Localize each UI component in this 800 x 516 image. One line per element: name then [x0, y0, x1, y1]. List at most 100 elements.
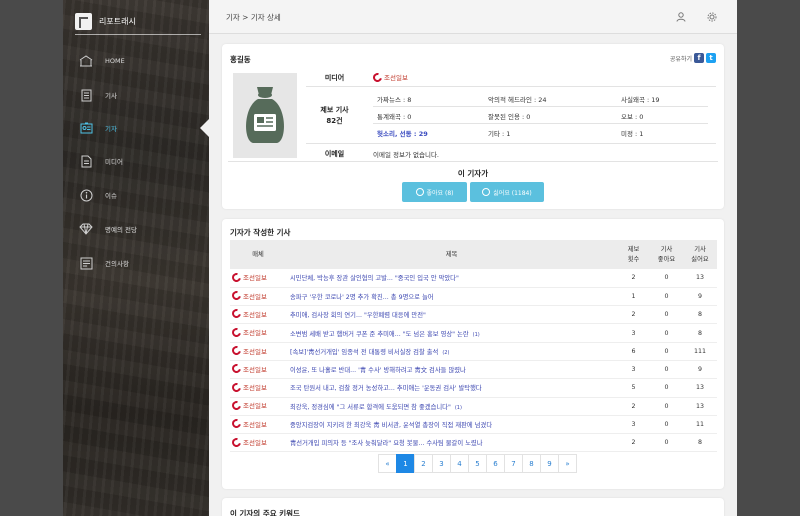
- reporter-name: 홍길동: [230, 55, 251, 64]
- row-title-text[interactable]: 靑선거개입 피의자 등 "조사 늦춰달라" 요청 봇물... 수사팀 물갈이 노…: [290, 440, 483, 447]
- divider: [306, 143, 716, 144]
- stat-etc: 기타 : 1: [488, 130, 511, 138]
- row-media[interactable]: 조선일보: [230, 415, 286, 435]
- gear-icon[interactable]: [707, 12, 717, 22]
- row-media[interactable]: 조선일보: [230, 342, 286, 361]
- keywords-title: 이 기자의 주요 키워드: [230, 509, 300, 516]
- row-title-text[interactable]: 송파구 '우한 코로나' 2명 추가 확진... 총 9명으로 늘어: [290, 294, 434, 301]
- user-icon[interactable]: [676, 12, 686, 22]
- row-title[interactable]: 추미애, 검사장 회의 연기... "우한폐렴 대응에 만전": [286, 305, 617, 325]
- row-title-text[interactable]: [속보]'靑선거개입' 임종석 전 대통령 비서실장 검찰 출석: [290, 349, 438, 356]
- page-button[interactable]: 1: [396, 454, 415, 473]
- row-reports: 2: [617, 433, 650, 453]
- table-row[interactable]: 조선일보 [속보]'靑선거개입' 임종석 전 대통령 비서실장 검찰 출석 (2) 6…: [230, 342, 717, 361]
- table-row[interactable]: 조선일보 이성윤, 또 나홀로 반대... '靑 수사' 방해하려고 靑文 검사들…: [230, 360, 717, 380]
- sidebar-item-article[interactable]: 기사: [75, 80, 209, 110]
- row-dislikes: 8: [683, 433, 717, 453]
- page-button[interactable]: 2: [414, 454, 433, 473]
- row-dislikes: 13: [683, 397, 717, 416]
- row-media[interactable]: 조선일보: [230, 360, 286, 380]
- media-logo-icon: [230, 326, 243, 339]
- page-button[interactable]: 5: [468, 454, 487, 473]
- dislike-button[interactable]: 싫어요 (1184): [470, 182, 544, 202]
- row-title[interactable]: [속보]'靑선거개입' 임종석 전 대통령 비서실장 검찰 출석 (2): [286, 342, 617, 361]
- sidebar-item-suggestion[interactable]: 건의사항: [75, 248, 209, 278]
- row-title[interactable]: 소변범 세배 받고 햄버거 쿠폰 준 추미애... "도 넘은 홍보 영상" 논…: [286, 323, 617, 343]
- page-button[interactable]: 9: [540, 454, 559, 473]
- media-logo-icon: [230, 289, 243, 302]
- stat-misreport: 오보 : 0: [621, 113, 644, 121]
- table-row[interactable]: 조선일보 송파구 '우한 코로나' 2명 추가 확진... 총 9명으로 늘어 1 0…: [230, 287, 717, 307]
- page-button[interactable]: 6: [486, 454, 505, 473]
- page-button[interactable]: 8: [522, 454, 541, 473]
- row-title-text[interactable]: 추미애, 검사장 회의 연기... "우한폐렴 대응에 만전": [290, 312, 426, 319]
- app-logo[interactable]: 리포트래시: [75, 8, 201, 35]
- sidebar-item-label: 명예의 전당: [105, 226, 137, 234]
- table-row[interactable]: 조선일보 조국 탄원서 내고, 검찰 정거 농성하고... 추미애는 '운동권 검…: [230, 378, 717, 398]
- email-value: 이메일 정보가 없습니다.: [373, 151, 439, 159]
- main-content: 기자 > 기자 상세 홍길동 공유하기 f t 미디어 조선일보 제보 기사 8…: [209, 0, 737, 516]
- article-icon: [79, 88, 93, 102]
- suggestion-icon: [79, 256, 93, 270]
- app-name: 리포트래시: [99, 16, 136, 26]
- row-reports: 6: [617, 342, 650, 361]
- like-button[interactable]: 좋아요 (8): [402, 182, 467, 202]
- row-title[interactable]: 이성윤, 또 나홀로 반대... '靑 수사' 방해하려고 靑文 검사들 많렸나: [286, 360, 617, 380]
- row-media[interactable]: 조선일보: [230, 269, 286, 288]
- page-button[interactable]: 3: [432, 454, 451, 473]
- row-title[interactable]: 조국 탄원서 내고, 검찰 정거 농성하고... 추미애는 '운동권 검사' 발…: [286, 378, 617, 398]
- reporter-media[interactable]: 조선일보: [371, 70, 408, 84]
- row-media[interactable]: 조선일보: [230, 378, 286, 398]
- row-media[interactable]: 조선일보: [230, 305, 286, 325]
- page-prev-button[interactable]: «: [378, 454, 397, 473]
- row-title-text[interactable]: 최강욱, 정경심에 "그 서류로 합격에 도움되면 참 좋겠습니다": [290, 404, 451, 411]
- row-title-text[interactable]: 소변범 세배 받고 햄버거 쿠폰 준 추미애... "도 넘은 홍보 영상" 논…: [290, 331, 469, 338]
- twitter-share-icon[interactable]: t: [706, 53, 716, 63]
- table-row[interactable]: 조선일보 최강욱, 정경심에 "그 서류로 합격에 도움되면 참 좋겠습니다" (1…: [230, 397, 717, 416]
- right-frame: [737, 0, 800, 516]
- facebook-share-icon[interactable]: f: [694, 53, 704, 63]
- sidebar-item-issue[interactable]: 이슈: [75, 180, 209, 210]
- row-likes: 0: [650, 269, 683, 288]
- table-row[interactable]: 조선일보 중앙지검장이 지키려 한 최강욱 靑 비서관, 윤석열 총장이 직접 재…: [230, 415, 717, 435]
- table-row[interactable]: 조선일보 靑선거개입 피의자 등 "조사 늦춰달라" 요청 봇물... 수사팀 물…: [230, 433, 717, 453]
- report-label: 제보 기사: [320, 106, 349, 114]
- sidebar-item-label: 미디어: [105, 158, 123, 166]
- col-dislikes[interactable]: 기사 싫어요: [683, 240, 717, 269]
- row-media[interactable]: 조선일보: [230, 323, 286, 343]
- row-reports: 3: [617, 415, 650, 435]
- row-title-text[interactable]: 시민단체, 박능후 장관 살인혐의 고발... "중국인 입국 안 막았다": [290, 275, 459, 282]
- sidebar-item-media[interactable]: 미디어: [75, 146, 209, 176]
- page-next-button[interactable]: »: [558, 454, 577, 473]
- row-title[interactable]: 시민단체, 박능후 장관 살인혐의 고발... "중국인 입국 안 막았다": [286, 269, 617, 288]
- table-row[interactable]: 조선일보 추미애, 검사장 회의 연기... "우한폐렴 대응에 만전" 2 0 8: [230, 305, 717, 325]
- sidebar-item-reporter[interactable]: 기자: [75, 113, 209, 143]
- smile-icon: [415, 188, 424, 196]
- table-row[interactable]: 조선일보 소변범 세배 받고 햄버거 쿠폰 준 추미애... "도 넘은 홍보 영…: [230, 323, 717, 343]
- row-title-text[interactable]: 이성윤, 또 나홀로 반대... '靑 수사' 방해하려고 靑文 검사들 많렸나: [290, 367, 466, 374]
- col-reports[interactable]: 제보 횟수: [617, 240, 650, 269]
- row-dislikes: 8: [683, 323, 717, 343]
- table-row[interactable]: 조선일보 시민단체, 박능후 장관 살인혐의 고발... "중국인 입국 안 막았…: [230, 269, 717, 288]
- row-title-text[interactable]: 중앙지검장이 지키려 한 최강욱 靑 비서관, 윤석열 총장이 직접 재판에 넘…: [290, 422, 492, 429]
- page-button[interactable]: 4: [450, 454, 469, 473]
- row-media[interactable]: 조선일보: [230, 433, 286, 453]
- sidebar-item-home[interactable]: HOME: [75, 46, 209, 76]
- col-media: 매체: [230, 240, 286, 269]
- row-title[interactable]: 靑선거개입 피의자 등 "조사 늦춰달라" 요청 봇물... 수사팀 물갈이 노…: [286, 433, 617, 453]
- comment-count: (1): [472, 331, 480, 338]
- col-likes[interactable]: 기사 좋아요: [650, 240, 683, 269]
- row-reports: 5: [617, 378, 650, 398]
- media-name: 조선일보: [384, 74, 408, 82]
- row-media[interactable]: 조선일보: [230, 397, 286, 416]
- like-button-label: 좋아요 (8): [426, 189, 454, 197]
- page-button[interactable]: 7: [504, 454, 523, 473]
- info-icon: [79, 188, 93, 202]
- stat-distortion: 사실왜곡 : 19: [621, 96, 660, 104]
- row-title[interactable]: 중앙지검장이 지키려 한 최강욱 靑 비서관, 윤석열 총장이 직접 재판에 넘…: [286, 415, 617, 435]
- row-title[interactable]: 최강욱, 정경심에 "그 서류로 합격에 도움되면 참 좋겠습니다" (1): [286, 397, 617, 416]
- sidebar-item-hall-of-fame[interactable]: 명예의 전당: [75, 214, 209, 244]
- row-media[interactable]: 조선일보: [230, 287, 286, 307]
- row-title-text[interactable]: 조국 탄원서 내고, 검찰 정거 농성하고... 추미애는 '운동권 검사' 발…: [290, 385, 482, 392]
- row-title[interactable]: 송파구 '우한 코로나' 2명 추가 확진... 총 9명으로 늘어: [286, 287, 617, 307]
